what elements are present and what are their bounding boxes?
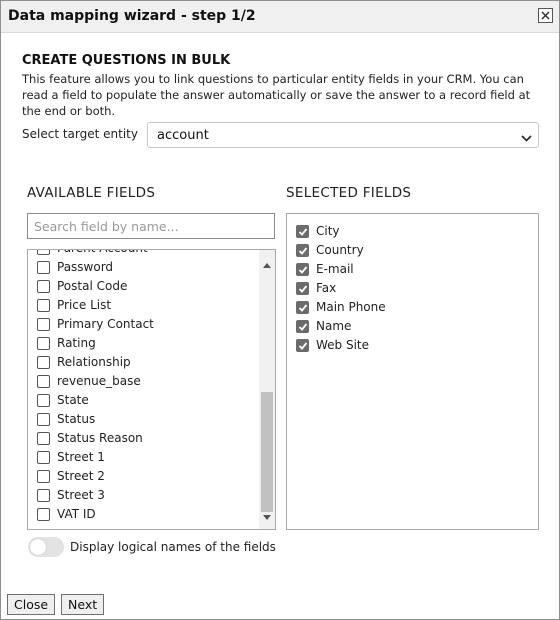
field-label: VAT ID xyxy=(57,507,96,521)
checkbox[interactable] xyxy=(37,375,50,388)
checkbox[interactable] xyxy=(37,337,50,350)
dialog-title: Data mapping wizard - step 1/2 xyxy=(8,8,256,24)
field-label: Web Site xyxy=(316,338,370,352)
toggle-label: Display logical names of the fields xyxy=(70,540,276,554)
wizard-dialog: Data mapping wizard - step 1/2 CREATE QU… xyxy=(0,0,560,620)
section-description: This feature allows you to link question… xyxy=(22,72,531,118)
field-label: Rating xyxy=(57,336,96,350)
field-label: State xyxy=(57,393,89,407)
list-item[interactable]: VAT ID xyxy=(28,505,258,524)
checkbox[interactable] xyxy=(37,470,50,483)
checkbox[interactable] xyxy=(296,225,309,238)
checkbox[interactable] xyxy=(37,413,50,426)
list-item[interactable]: Street 1 xyxy=(28,448,258,467)
field-label: Name xyxy=(316,319,352,333)
field-label: Primary Contact xyxy=(57,317,154,331)
field-label: Password xyxy=(57,260,114,274)
checkbox[interactable] xyxy=(296,339,309,352)
checkbox[interactable] xyxy=(37,356,50,369)
available-fields-title: AVAILABLE FIELDS xyxy=(27,185,156,201)
entity-select[interactable]: account xyxy=(147,122,539,148)
list-item[interactable]: Password xyxy=(28,258,258,277)
scrollbar[interactable] xyxy=(259,250,275,529)
checkbox[interactable] xyxy=(37,299,50,312)
list-item[interactable]: State xyxy=(28,391,258,410)
checkbox[interactable] xyxy=(296,301,309,314)
scroll-thumb[interactable] xyxy=(261,392,273,512)
list-item[interactable]: Status Reason xyxy=(28,429,258,448)
checkbox[interactable] xyxy=(37,394,50,407)
field-label: Street 3 xyxy=(57,488,105,502)
list-item[interactable]: Web Site xyxy=(287,336,527,355)
logical-names-toggle[interactable] xyxy=(28,537,64,557)
list-item[interactable]: Name xyxy=(287,317,527,336)
list-item[interactable]: Parent Account xyxy=(28,250,258,258)
list-item[interactable]: Price List xyxy=(28,296,258,315)
list-item[interactable]: Rating xyxy=(28,334,258,353)
field-label: revenue_base xyxy=(57,374,141,388)
available-fields-list: Parent Account Password Postal Code Price L… xyxy=(27,249,276,530)
chevron-down-icon xyxy=(521,131,532,145)
field-label: E-mail xyxy=(316,262,354,276)
field-label: City xyxy=(316,224,340,238)
toggle-knob xyxy=(30,539,46,555)
section-heading: CREATE QUESTIONS IN BULK xyxy=(22,53,231,68)
scroll-up-icon[interactable] xyxy=(263,257,271,271)
checkbox[interactable] xyxy=(37,318,50,331)
list-item[interactable]: Status xyxy=(28,410,258,429)
checkbox[interactable] xyxy=(296,282,309,295)
next-button[interactable]: Next xyxy=(61,594,105,615)
field-label: Relationship xyxy=(57,355,131,369)
checkbox[interactable] xyxy=(37,451,50,464)
title-bar: Data mapping wizard - step 1/2 xyxy=(1,1,559,33)
list-item[interactable]: Country xyxy=(287,241,527,260)
field-label: Price List xyxy=(57,298,112,312)
checkbox[interactable] xyxy=(37,432,50,445)
entity-select-value: account xyxy=(157,128,209,143)
field-label: Street 1 xyxy=(57,450,105,464)
close-button[interactable]: Close xyxy=(7,594,56,615)
list-item[interactable]: Street 3 xyxy=(28,486,258,505)
list-item[interactable]: Fax xyxy=(287,279,527,298)
field-label: Fax xyxy=(316,281,337,295)
field-label: Street 2 xyxy=(57,469,105,483)
selected-fields-list: City Country E-mail Fax Main Phone Name Web Si… xyxy=(286,213,539,530)
list-item[interactable]: Postal Code xyxy=(28,277,258,296)
field-label: Status Reason xyxy=(57,431,143,445)
checkbox[interactable] xyxy=(37,250,50,255)
checkbox[interactable] xyxy=(37,489,50,502)
field-label: Postal Code xyxy=(57,279,128,293)
scroll-down-icon[interactable] xyxy=(263,509,271,523)
checkbox[interactable] xyxy=(37,261,50,274)
search-input[interactable] xyxy=(27,213,275,239)
checkbox[interactable] xyxy=(37,508,50,521)
list-item[interactable]: E-mail xyxy=(287,260,527,279)
checkbox[interactable] xyxy=(37,280,50,293)
field-label: Parent Account xyxy=(57,250,148,255)
list-item[interactable]: Relationship xyxy=(28,353,258,372)
checkbox[interactable] xyxy=(296,244,309,257)
close-icon[interactable] xyxy=(538,8,553,23)
checkbox[interactable] xyxy=(296,263,309,276)
list-item[interactable]: revenue_base xyxy=(28,372,258,391)
field-label: Country xyxy=(316,243,364,257)
list-item[interactable]: Primary Contact xyxy=(28,315,258,334)
list-item[interactable]: Street 2 xyxy=(28,467,258,486)
list-item[interactable]: City xyxy=(287,222,527,241)
checkbox[interactable] xyxy=(296,320,309,333)
entity-label: Select target entity xyxy=(22,127,138,141)
field-label: Main Phone xyxy=(316,300,386,314)
field-label: Status xyxy=(57,412,96,426)
list-item[interactable]: Main Phone xyxy=(287,298,527,317)
selected-fields-title: SELECTED FIELDS xyxy=(286,185,412,201)
